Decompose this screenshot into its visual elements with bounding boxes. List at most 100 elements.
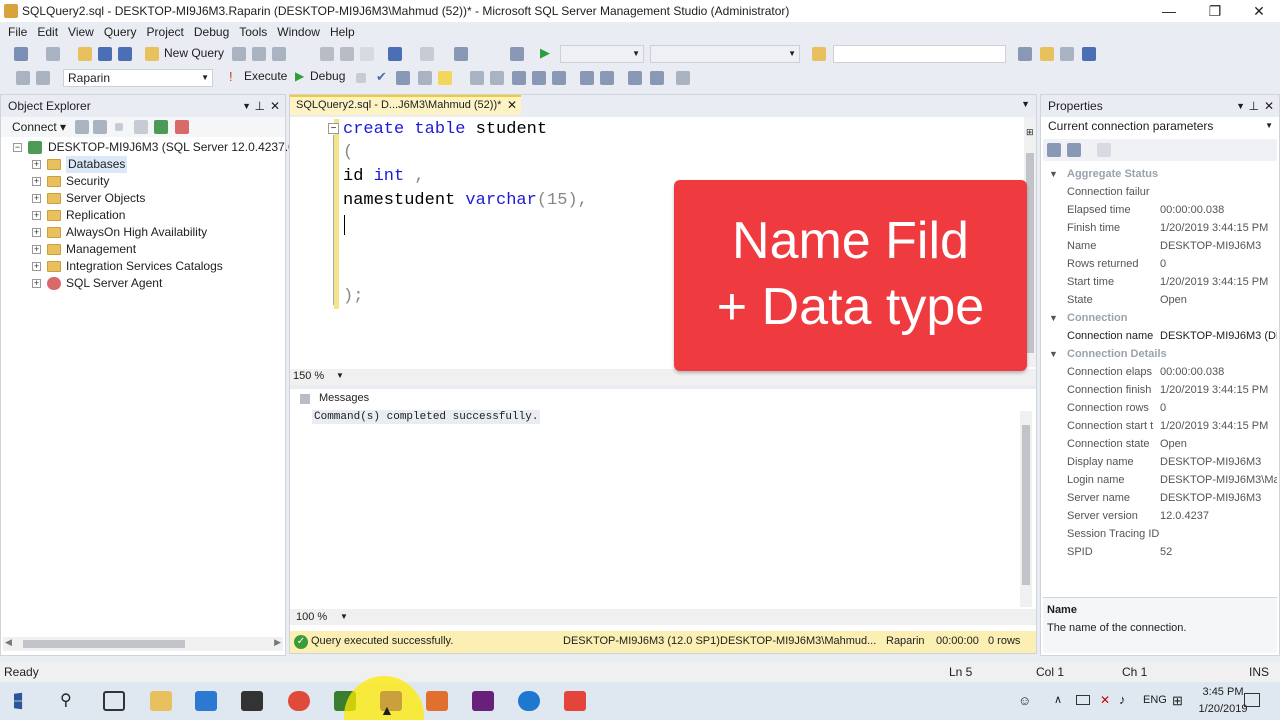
results-text-icon[interactable]: [512, 71, 526, 85]
tab-overflow-icon[interactable]: ▼: [1021, 99, 1030, 109]
specify-values-icon[interactable]: [676, 71, 690, 85]
query-type-icon[interactable]: [232, 47, 246, 61]
tree-node-integration-services[interactable]: + Integration Services Catalogs: [1, 258, 285, 275]
outline-collapse-icon[interactable]: −: [328, 123, 339, 134]
connect-icon[interactable]: [16, 71, 30, 85]
panel-menu-icon[interactable]: ▼: [1236, 95, 1245, 117]
property-row[interactable]: Connection name DESKTOP-MI9J6M3 (DE: [1043, 327, 1277, 345]
redo-icon[interactable]: [420, 47, 434, 61]
collapse-icon[interactable]: ▼: [1049, 165, 1058, 183]
start-icon[interactable]: ▶: [540, 45, 550, 61]
results-zoom-dropdown-icon[interactable]: ▼: [340, 612, 348, 621]
pin-icon[interactable]: ⊥: [1249, 95, 1259, 117]
close-button[interactable]: ✕: [1236, 0, 1280, 22]
minimize-button[interactable]: —: [1146, 0, 1192, 22]
alphabetical-icon[interactable]: [1067, 143, 1081, 157]
tree-node-alwayson[interactable]: + AlwaysOn High Availability: [1, 224, 285, 241]
solution-config-select[interactable]: ▼: [560, 45, 644, 63]
menu-debug[interactable]: Debug: [189, 22, 234, 42]
edge-icon[interactable]: [518, 691, 540, 711]
property-row[interactable]: Server version 12.0.4237: [1043, 507, 1277, 525]
property-row[interactable]: Elapsed time 00:00:00.038: [1043, 201, 1277, 219]
clock-time[interactable]: 3:45 PM: [1200, 686, 1246, 698]
messages-scrollbar[interactable]: [1020, 411, 1032, 607]
collapse-icon[interactable]: −: [13, 143, 22, 152]
file-explorer-icon[interactable]: [150, 691, 172, 711]
categorized-icon[interactable]: [1047, 143, 1061, 157]
menu-edit[interactable]: Edit: [32, 22, 63, 42]
execute-button[interactable]: Execute: [244, 69, 287, 83]
property-row[interactable]: SPID 52: [1043, 543, 1277, 561]
filter-icon[interactable]: [134, 120, 148, 134]
tray-up-icon[interactable]: ∧: [1054, 693, 1062, 706]
property-category-connection-details[interactable]: ▼ Connection Details: [1043, 345, 1277, 363]
chrome-icon[interactable]: [288, 691, 310, 711]
notification-icon[interactable]: [1244, 693, 1260, 707]
people-icon[interactable]: ☺: [1018, 693, 1031, 708]
property-row[interactable]: State Open: [1043, 291, 1277, 309]
property-row[interactable]: Connection finish 1/20/2019 3:44:15 PM: [1043, 381, 1277, 399]
tree-node-databases[interactable]: + Databases: [1, 156, 285, 173]
property-row[interactable]: Session Tracing ID: [1043, 525, 1277, 543]
panel-close-icon[interactable]: ✕: [270, 95, 280, 117]
property-row[interactable]: Connection rows 0: [1043, 399, 1277, 417]
battery-icon[interactable]: [1076, 695, 1090, 705]
tree-node-server-objects[interactable]: + Server Objects: [1, 190, 285, 207]
store-icon[interactable]: [195, 691, 217, 711]
query-options-icon[interactable]: [418, 71, 432, 85]
new-query-icon[interactable]: [145, 47, 159, 61]
menu-query[interactable]: Query: [99, 22, 142, 42]
property-row[interactable]: Login name DESKTOP-MI9J6M3\Ma: [1043, 471, 1277, 489]
zoom-dropdown-icon[interactable]: ▼: [336, 371, 344, 380]
object-explorer-icon[interactable]: [1040, 47, 1054, 61]
property-row[interactable]: Name DESKTOP-MI9J6M3: [1043, 237, 1277, 255]
property-category-connection[interactable]: ▼ Connection: [1043, 309, 1277, 327]
panel-menu-icon[interactable]: ▼: [242, 95, 251, 117]
available-databases-select[interactable]: Raparin ▼: [63, 69, 213, 87]
debug-button[interactable]: Debug: [310, 69, 345, 83]
toolbox-icon[interactable]: [1082, 47, 1096, 61]
volume-icon[interactable]: ♪: [1119, 692, 1126, 707]
uncomment-icon[interactable]: [600, 71, 614, 85]
menu-window[interactable]: Window: [272, 22, 325, 42]
navigate-icon[interactable]: [454, 47, 468, 61]
connect-object-icon[interactable]: [75, 120, 89, 134]
query-type-icon[interactable]: [252, 47, 266, 61]
horizontal-scrollbar[interactable]: ◀ ▶: [3, 637, 283, 651]
tree-node-management[interactable]: + Management: [1, 241, 285, 258]
tree-node-security[interactable]: + Security: [1, 173, 285, 190]
property-category-aggregate-status[interactable]: ▼ Aggregate Status: [1043, 165, 1277, 183]
code-line-2[interactable]: (: [343, 143, 353, 162]
query-type-icon[interactable]: [272, 47, 286, 61]
cut-icon[interactable]: [320, 47, 334, 61]
property-row[interactable]: Connection elaps 00:00:00.038: [1043, 363, 1277, 381]
refresh-icon[interactable]: [154, 120, 168, 134]
save-icon[interactable]: [98, 47, 112, 61]
parse-icon[interactable]: ✔: [376, 69, 387, 85]
stop-icon[interactable]: [115, 123, 123, 131]
language-indicator[interactable]: ENG: [1143, 694, 1167, 706]
intellisense-icon[interactable]: [438, 71, 452, 85]
find-in-files-icon[interactable]: [812, 47, 826, 61]
property-row[interactable]: Connection start t 1/20/2019 3:44:15 PM: [1043, 417, 1277, 435]
decrease-indent-icon[interactable]: [628, 71, 642, 85]
find-combo[interactable]: [833, 45, 1006, 63]
code-line-4[interactable]: namestudent varchar(15),: [343, 191, 588, 210]
keyboard-icon[interactable]: ⊞: [1172, 693, 1183, 709]
properties-object-select[interactable]: Current connection parameters ▼: [1043, 117, 1277, 135]
zoom-level[interactable]: 150 %: [293, 370, 324, 382]
property-row[interactable]: Connection state Open: [1043, 435, 1277, 453]
property-row[interactable]: Start time 1/20/2019 3:44:15 PM: [1043, 273, 1277, 291]
camtasia-icon[interactable]: [564, 691, 586, 711]
client-stats-icon[interactable]: [490, 71, 504, 85]
add-item-icon[interactable]: [46, 47, 60, 61]
results-grid-icon[interactable]: [532, 71, 546, 85]
menu-file[interactable]: File: [3, 22, 32, 42]
property-row[interactable]: Display name DESKTOP-MI9J6M3: [1043, 453, 1277, 471]
task-view-icon[interactable]: [103, 691, 125, 711]
panel-close-icon[interactable]: ✕: [1264, 95, 1274, 117]
open-file-icon[interactable]: [78, 47, 92, 61]
code-line-1[interactable]: create table student: [343, 120, 547, 139]
scrollbar-thumb[interactable]: [23, 640, 185, 648]
tab-messages[interactable]: Messages: [294, 389, 374, 409]
